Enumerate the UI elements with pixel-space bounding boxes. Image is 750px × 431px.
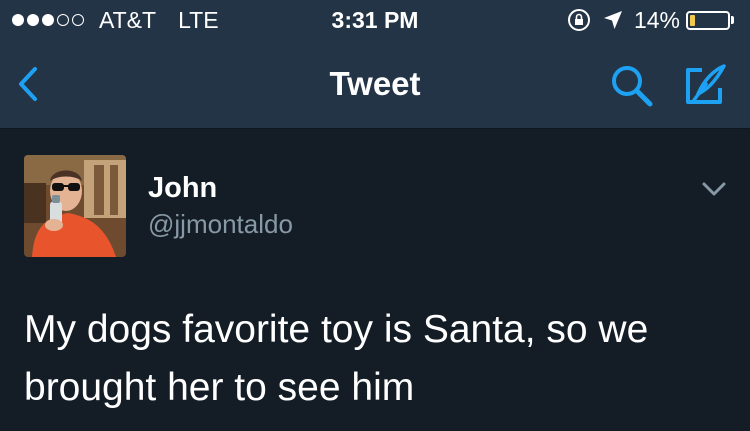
battery-tip xyxy=(731,16,734,24)
tweet-text: My dogs favorite toy is Santa, so we bro… xyxy=(24,308,649,409)
lock-rotation-icon xyxy=(567,9,590,31)
battery-icon xyxy=(686,10,730,30)
author-name[interactable]: John xyxy=(148,172,217,205)
avatar[interactable] xyxy=(24,155,126,257)
status-right: 14% xyxy=(566,6,734,34)
author-handle[interactable]: @jjmontaldo xyxy=(148,209,293,240)
search-icon[interactable] xyxy=(608,62,656,110)
avatar-photo xyxy=(24,155,126,257)
compose-icon[interactable] xyxy=(680,62,728,110)
battery-percent: 14% xyxy=(633,6,680,33)
navigation-bar: Tweet xyxy=(0,40,750,129)
tweet-detail: John @jjmontaldo My dogs favorite toy is… xyxy=(0,129,750,431)
location-arrow-icon xyxy=(603,11,622,29)
status-bar: AT&T LTE 3:31 PM 14% xyxy=(0,0,750,40)
chevron-down-icon[interactable] xyxy=(698,177,730,201)
battery-level-fill xyxy=(690,14,695,26)
